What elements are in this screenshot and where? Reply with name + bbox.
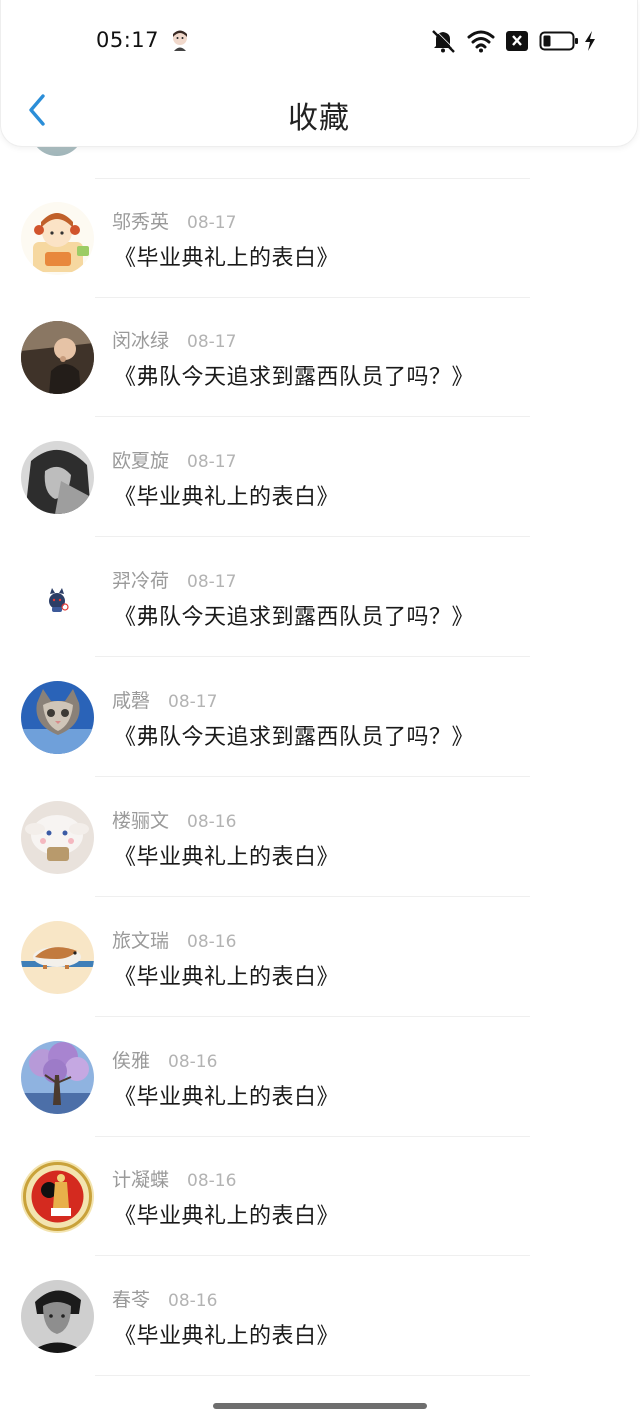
story-title[interactable]: 《毕业典礼上的表白》 [114, 479, 339, 511]
divider [95, 776, 530, 777]
story-title[interactable]: 《毕业典礼上的表白》 [114, 1318, 339, 1350]
list-item[interactable]: 计凝蝶 08-16 《毕业典礼上的表白》 [0, 1137, 640, 1256]
wifi-icon [467, 29, 495, 53]
list-item[interactable]: 咸磬 08-17 《弗队今天追求到露西队员了吗？》 [0, 658, 640, 777]
list-item[interactable]: 羿冷荷 08-17 《弗队今天追求到露西队员了吗？》 [0, 538, 640, 657]
avatar[interactable] [21, 801, 94, 874]
story-title[interactable]: 《弗队今天追求到露西队员了吗？》 [114, 599, 474, 631]
date-label: 08-17 [168, 692, 218, 712]
charging-bolt-icon [583, 30, 597, 52]
author-name: 欧夏旋 [112, 450, 170, 472]
date-label: 08-17 [187, 452, 237, 472]
page-title: 收藏 [288, 101, 350, 136]
author-name: 旅文瑞 [112, 930, 170, 952]
author-name: 春苓 [112, 1289, 151, 1311]
story-title[interactable]: 《弗队今天追求到露西队员了吗？》 [114, 719, 474, 751]
avatar-icon [170, 29, 190, 51]
date-label: 08-16 [187, 1171, 237, 1191]
status-icons [429, 27, 607, 55]
author-name: 计凝蝶 [112, 1169, 170, 1191]
divider [95, 896, 530, 897]
author-name: 楼骊文 [112, 810, 170, 832]
divider [95, 1016, 530, 1017]
date-label: 08-17 [187, 572, 237, 592]
avatar[interactable] [21, 1160, 94, 1233]
divider [95, 1375, 530, 1376]
nav-bar: 收藏 [1, 82, 637, 146]
avatar[interactable] [21, 321, 94, 394]
author-name: 邬秀英 [112, 211, 170, 233]
divider [95, 1255, 530, 1256]
app-header: 05:17 收藏 [0, 0, 638, 147]
list-item[interactable]: 俟雅 08-16 《毕业典礼上的表白》 [0, 1018, 640, 1137]
battery-icon [539, 30, 579, 52]
list-item[interactable]: 旅文瑞 08-16 《毕业典礼上的表白》 [0, 898, 640, 1017]
story-title[interactable]: 《毕业典礼上的表白》 [114, 1079, 339, 1111]
avatar[interactable] [21, 202, 94, 275]
list-item[interactable]: 邬秀英 08-17 《毕业典礼上的表白》 [0, 179, 640, 298]
close-box-icon [505, 30, 529, 52]
home-indicator[interactable] [213, 1403, 427, 1409]
list-item[interactable]: 春苓 08-16 《毕业典礼上的表白》 [0, 1257, 640, 1376]
divider [95, 536, 530, 537]
date-label: 08-17 [187, 213, 237, 233]
list-item[interactable]: 楼骊文 08-16 《毕业典礼上的表白》 [0, 778, 640, 897]
story-title[interactable]: 《毕业典礼上的表白》 [114, 1198, 339, 1230]
story-title[interactable]: 《毕业典礼上的表白》 [114, 839, 339, 871]
avatar[interactable] [21, 1041, 94, 1114]
story-title[interactable]: 《弗队今天追求到露西队员了吗？》 [114, 359, 474, 391]
avatar[interactable] [21, 561, 94, 634]
author-name: 闵冰绿 [112, 330, 170, 352]
list-item[interactable]: 闵冰绿 08-17 《弗队今天追求到露西队员了吗？》 [0, 298, 640, 417]
date-label: 08-16 [187, 812, 237, 832]
author-name: 羿冷荷 [112, 570, 170, 592]
mute-bell-icon [429, 28, 457, 54]
status-bar: 05:17 [1, 0, 637, 82]
date-label: 08-16 [187, 932, 237, 952]
story-title[interactable]: 《毕业典礼上的表白》 [114, 959, 339, 991]
list-item[interactable]: 欧夏旋 08-17 《毕业典礼上的表白》 [0, 418, 640, 537]
avatar[interactable] [21, 681, 94, 754]
avatar[interactable] [21, 441, 94, 514]
story-title[interactable]: 《毕业典礼上的表白》 [114, 240, 339, 272]
divider [95, 656, 530, 657]
author-name: 咸磬 [112, 690, 151, 712]
avatar[interactable] [21, 1280, 94, 1353]
status-time: 05:17 [96, 28, 160, 52]
date-label: 08-16 [168, 1291, 218, 1311]
date-label: 08-17 [187, 332, 237, 352]
author-name: 俟雅 [112, 1050, 151, 1072]
divider [95, 416, 530, 417]
avatar[interactable] [21, 921, 94, 994]
date-label: 08-16 [168, 1052, 218, 1072]
